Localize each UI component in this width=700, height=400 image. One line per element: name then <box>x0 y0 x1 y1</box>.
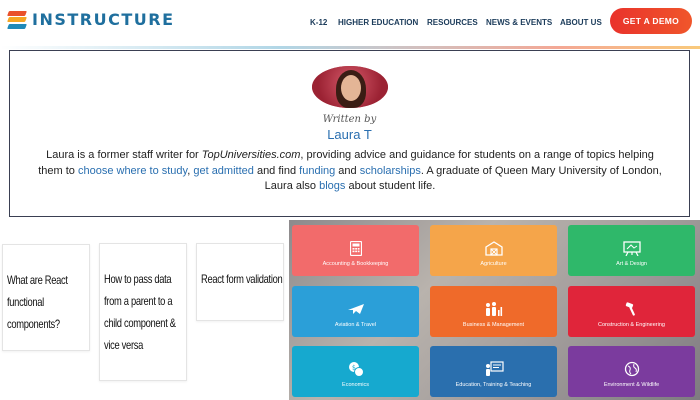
bio-text: Laura is a former staff writer for <box>46 149 202 161</box>
logo-text: INSTRUCTURE <box>32 10 175 29</box>
author-bio: Laura is a former staff writer for TopUn… <box>34 148 666 195</box>
subject-label: Agriculture <box>480 261 507 267</box>
nav-about-us[interactable]: ABOUT US <box>560 18 602 27</box>
subject-label: Business & Management <box>462 322 525 328</box>
subject-label: Accounting & Bookkeeping <box>322 261 389 267</box>
subject-label: Economics <box>342 382 369 388</box>
subject-label: Art & Design <box>616 261 647 267</box>
author-name-link[interactable]: Laura T <box>10 127 689 142</box>
nav-k12[interactable]: K-12 <box>310 18 327 27</box>
easel-icon <box>622 240 642 256</box>
globe-icon <box>622 361 642 377</box>
svg-text:$: $ <box>352 365 356 372</box>
author-card: Written by Laura T Laura is a former sta… <box>9 50 690 217</box>
article-title: What are React functional components? <box>7 273 68 331</box>
link-blogs[interactable]: blogs <box>319 180 345 192</box>
teacher-board-icon <box>484 361 504 377</box>
nav-news-events[interactable]: NEWS & EVENTS <box>486 18 552 27</box>
subject-label: Education, Training & Teaching <box>455 382 532 388</box>
get-a-demo-button[interactable]: GET A DEMO <box>610 8 692 34</box>
link-scholarships[interactable]: scholarships <box>360 165 421 177</box>
subject-tile-education[interactable]: Education, Training & Teaching <box>430 346 557 397</box>
barn-icon <box>484 240 504 256</box>
article-card[interactable]: How to pass data from a parent to a chil… <box>99 243 187 381</box>
subject-tile-art-design[interactable]: Art & Design <box>568 225 695 276</box>
bio-text: and <box>335 164 360 177</box>
coins-icon: $ <box>346 361 366 377</box>
subject-tile-agriculture[interactable]: Agriculture <box>430 225 557 276</box>
instructure-logo[interactable]: INSTRUCTURE <box>7 10 175 29</box>
written-by-label: Written by <box>322 114 377 125</box>
logo-mark-icon <box>7 10 27 29</box>
hammer-icon <box>622 301 642 317</box>
airplane-icon <box>346 301 366 317</box>
subject-tile-construction[interactable]: Construction & Engineering <box>568 286 695 337</box>
author-avatar <box>312 66 388 108</box>
subject-label: Construction & Engineering <box>598 322 665 328</box>
subject-label: Aviation & Travel <box>334 322 377 328</box>
article-card[interactable]: React form validation <box>196 243 284 321</box>
nav-resources[interactable]: RESOURCES <box>427 18 478 27</box>
subject-tile-accounting[interactable]: Accounting & Bookkeeping <box>292 225 419 276</box>
bio-text: about student life. <box>345 180 436 192</box>
subject-grid: Accounting & Bookkeeping Agriculture Art… <box>289 220 700 400</box>
bio-site-name: TopUniversities.com <box>201 149 301 161</box>
subject-tile-economics[interactable]: $ Economics <box>292 346 419 397</box>
subject-tile-business[interactable]: Business & Management <box>430 286 557 337</box>
bio-text: and find <box>253 164 300 177</box>
subject-tile-environment[interactable]: Environment & Wildlife <box>568 346 695 397</box>
site-header: INSTRUCTURE K-12 HIGHER EDUCATION RESOUR… <box>0 0 700 45</box>
calculator-icon <box>346 240 366 256</box>
subject-label: Environment & Wildlife <box>603 382 660 388</box>
article-title: How to pass data from a parent to a chil… <box>104 272 176 352</box>
link-funding[interactable]: funding <box>299 165 335 177</box>
link-choose-where-to-study[interactable]: choose where to study <box>78 165 187 177</box>
article-card[interactable]: What are React functional components? <box>2 244 90 351</box>
header-divider <box>0 46 700 49</box>
subject-tile-aviation[interactable]: Aviation & Travel <box>292 286 419 337</box>
people-chart-icon <box>484 301 504 317</box>
article-title: React form validation <box>201 272 283 286</box>
nav-higher-education[interactable]: HIGHER EDUCATION <box>338 18 418 27</box>
link-get-admitted[interactable]: get admitted <box>193 165 254 177</box>
